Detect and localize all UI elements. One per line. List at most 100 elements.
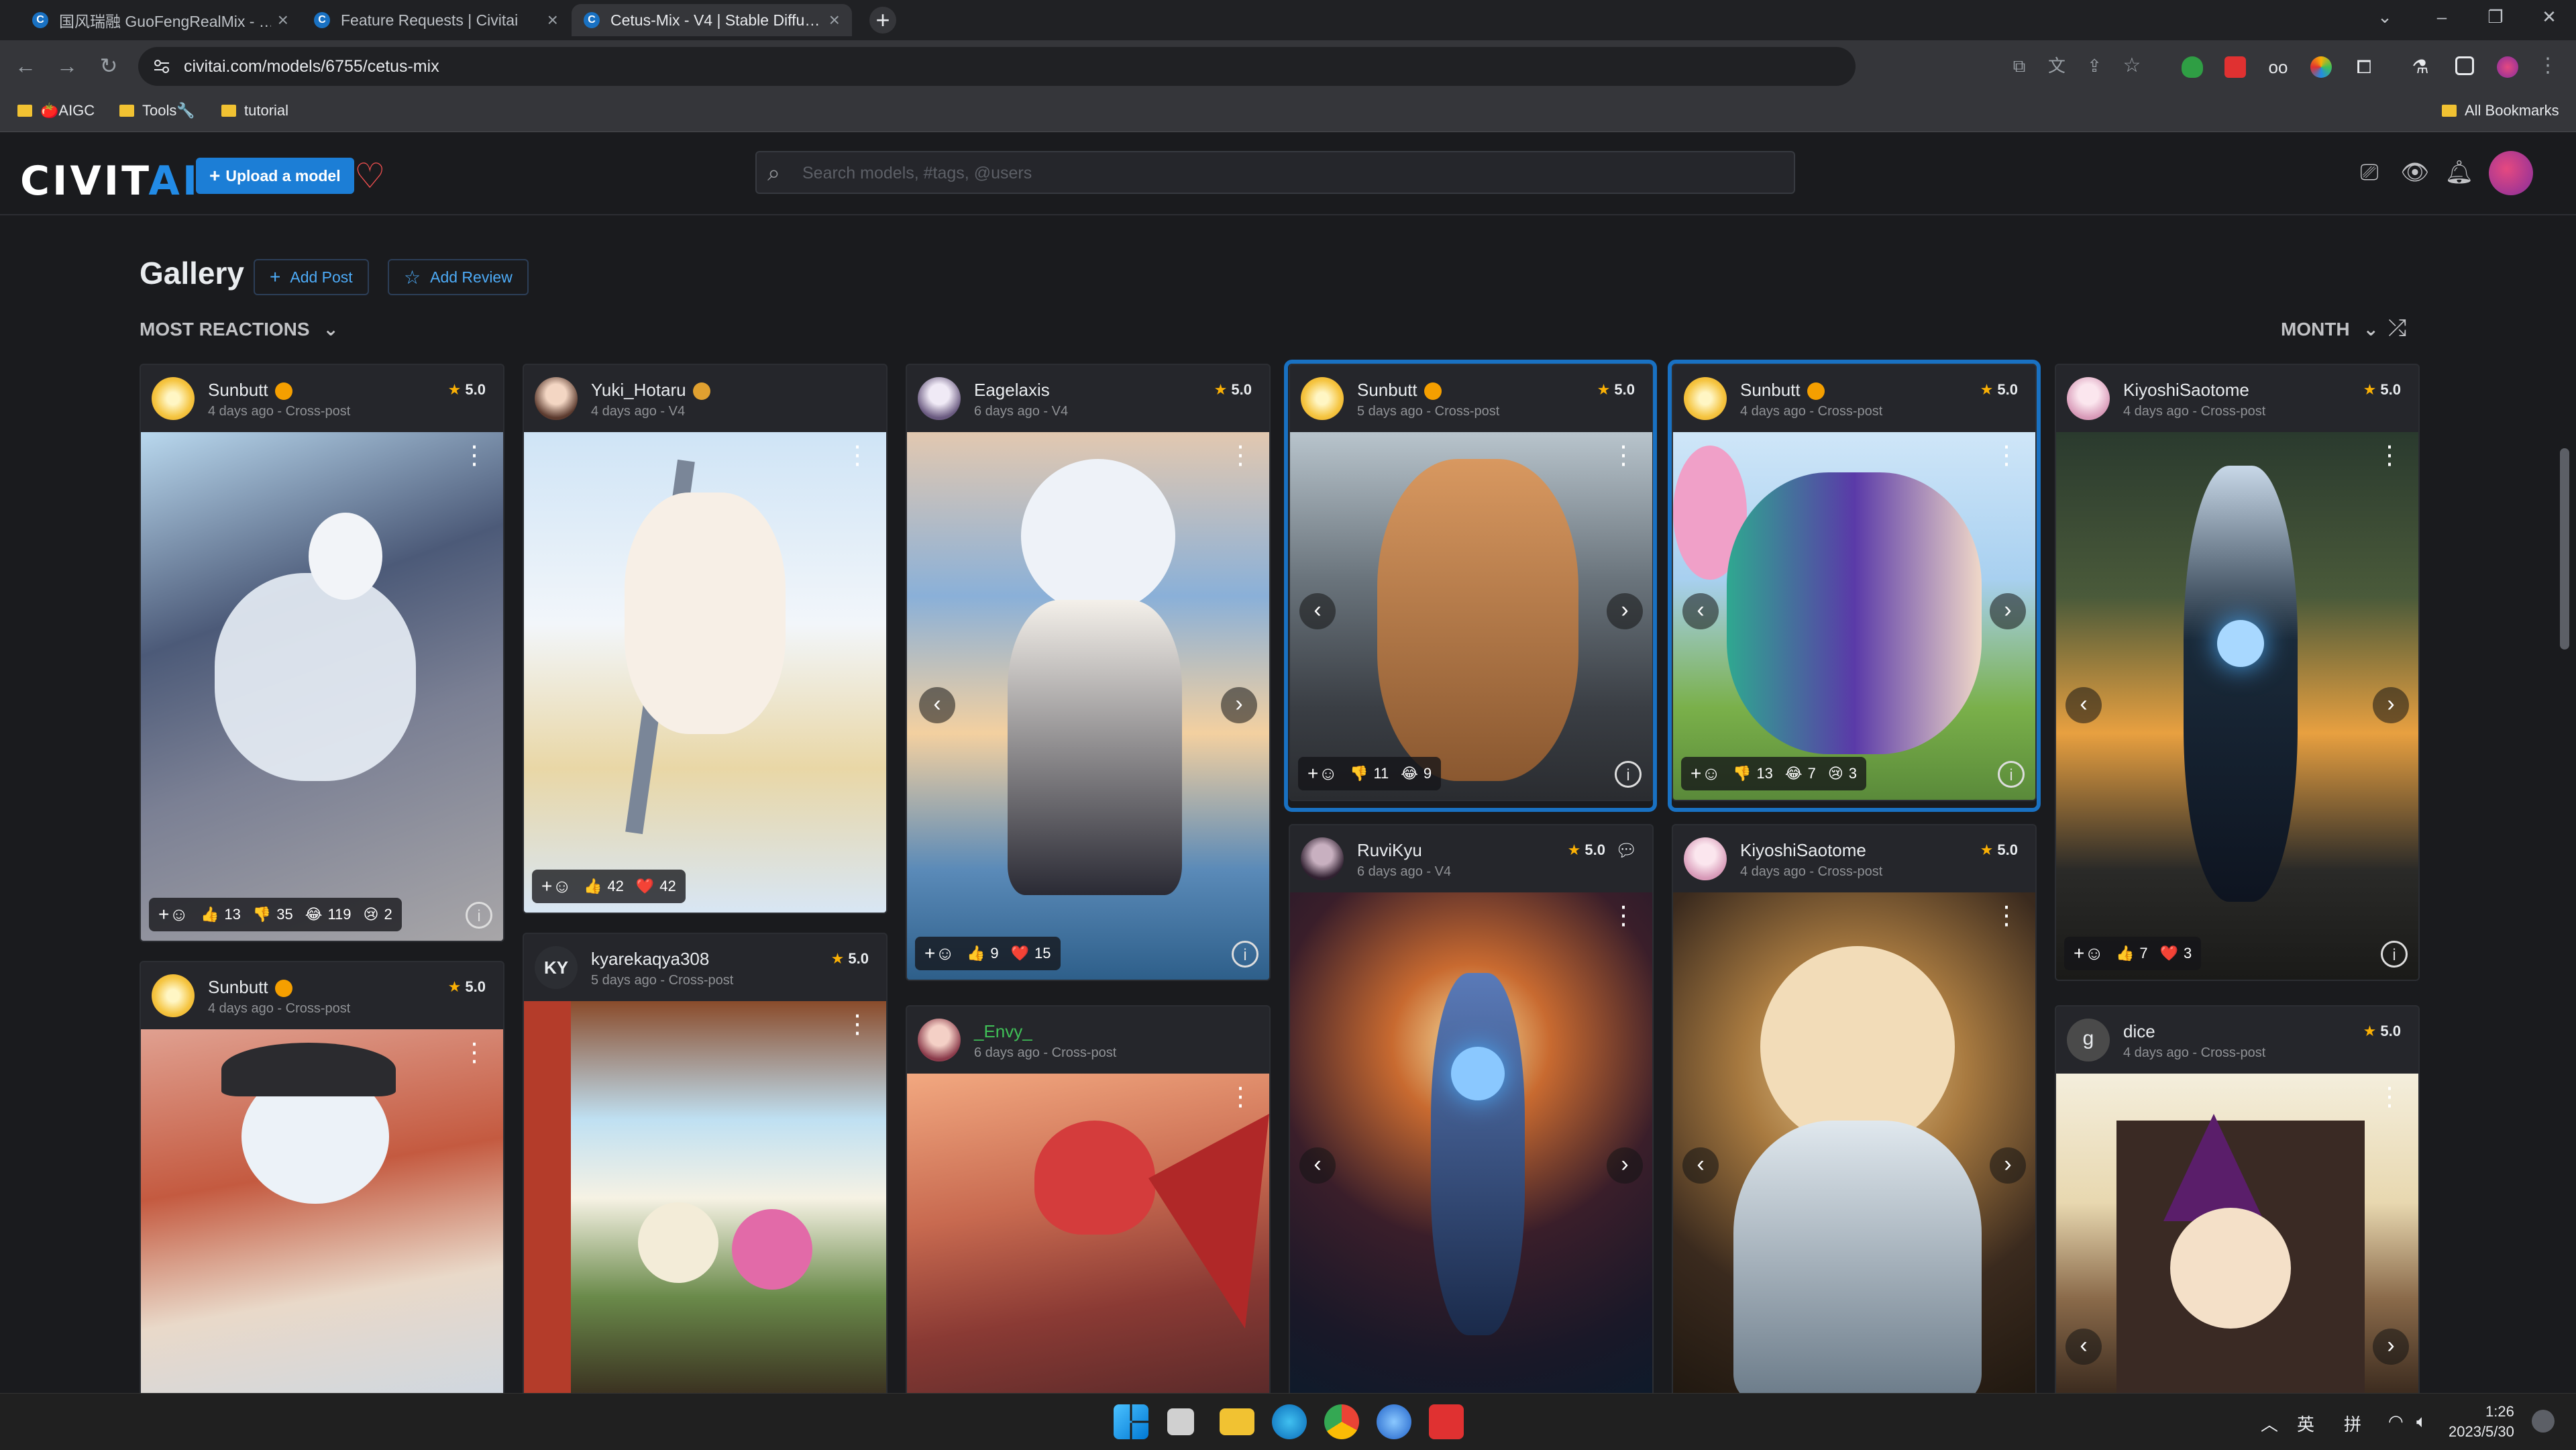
- card-menu-icon[interactable]: ⋮: [2377, 1084, 2402, 1110]
- add-reaction-icon[interactable]: +☺: [924, 943, 955, 964]
- gallery-card[interactable]: RuviKyu 6 days ago - V4 ★ 5.0 💬︎ ⋮ ‹ ›: [1289, 824, 1654, 1397]
- user-avatar[interactable]: KY: [535, 946, 578, 989]
- prev-image-button[interactable]: ‹: [1299, 1147, 1336, 1184]
- info-icon[interactable]: i: [1615, 761, 1642, 788]
- cast-icon[interactable]: ⧉: [2004, 51, 2034, 81]
- prev-image-button[interactable]: ‹: [1299, 593, 1336, 629]
- card-menu-icon[interactable]: ⋮: [2377, 443, 2402, 468]
- card-menu-icon[interactable]: ⋮: [1611, 903, 1636, 929]
- shuffle-icon[interactable]: ⤮: [2388, 315, 2406, 342]
- file-explorer-icon[interactable]: [1220, 1408, 1254, 1435]
- profile-avatar-icon[interactable]: [2497, 56, 2518, 78]
- reaction-thumbs-down[interactable]: 👎 11: [1350, 765, 1389, 782]
- user-avatar[interactable]: g: [2067, 1019, 2110, 1061]
- next-image-button[interactable]: ›: [1607, 1147, 1643, 1184]
- gallery-card[interactable]: Sunbutt 4 days ago - Cross-post ★ 5.0 ⋮: [140, 961, 504, 1397]
- omnibox[interactable]: civitai.com/models/6755/cetus-mix: [138, 47, 1856, 86]
- card-username[interactable]: KiyoshiSaotome: [2123, 380, 2249, 401]
- eye-off-icon[interactable]: 👁: [2399, 156, 2431, 189]
- card-image[interactable]: ⋮ ‹ › +☺ 👎 11 😂 9 i: [1290, 432, 1652, 800]
- tab-search-chevron-icon[interactable]: ⌄: [2361, 0, 2408, 34]
- reaction-thumbs-up[interactable]: 👍 42: [584, 878, 624, 895]
- info-icon[interactable]: i: [1232, 941, 1258, 968]
- all-bookmarks[interactable]: All Bookmarks: [2442, 102, 2559, 119]
- reaction-heart[interactable]: ❤️ 42: [636, 878, 676, 895]
- reaction-thumbs-down[interactable]: 👎 35: [253, 906, 293, 923]
- next-image-button[interactable]: ›: [1221, 687, 1257, 723]
- card-menu-icon[interactable]: ⋮: [845, 1012, 870, 1037]
- reaction-thumbs-up[interactable]: 👍 9: [967, 945, 999, 962]
- gallery-card[interactable]: Sunbutt 4 days ago - Cross-post ★ 5.0 ⋮ +…: [140, 364, 504, 942]
- user-avatar[interactable]: [152, 974, 195, 1017]
- reaction-heart[interactable]: ❤️ 3: [2160, 945, 2192, 962]
- add-reaction-icon[interactable]: +☺: [2074, 943, 2104, 964]
- user-avatar[interactable]: [918, 377, 961, 420]
- app-bird-icon[interactable]: [1377, 1404, 1411, 1439]
- page-scrollbar-thumb[interactable]: [2560, 448, 2569, 650]
- close-tab-icon[interactable]: ×: [278, 9, 288, 31]
- upload-model-button[interactable]: + Upload a model: [196, 158, 354, 194]
- add-reaction-icon[interactable]: +☺: [1690, 763, 1721, 784]
- reaction-thumbs-up[interactable]: 👍 13: [201, 906, 241, 923]
- user-avatar[interactable]: [1684, 377, 1727, 420]
- maximize-button[interactable]: ❐: [2472, 0, 2519, 34]
- next-image-button[interactable]: ›: [1990, 593, 2026, 629]
- card-menu-icon[interactable]: ⋮: [1228, 443, 1253, 468]
- bookmark-star-icon[interactable]: ☆: [2117, 51, 2147, 81]
- edge-browser-icon[interactable]: [1272, 1404, 1307, 1439]
- gallery-card[interactable]: Yuki_Hotaru 4 days ago - V4 ⋮ +☺ 👍 42 ❤️ 4…: [523, 364, 888, 914]
- card-image[interactable]: ⋮: [141, 1029, 503, 1396]
- add-reaction-icon[interactable]: +☺: [1307, 763, 1338, 784]
- screen-icon[interactable]: ⎚: [2353, 156, 2385, 189]
- card-username[interactable]: Eagelaxis: [974, 380, 1050, 401]
- info-icon[interactable]: i: [2381, 941, 2408, 968]
- tray-overflow-chevron-icon[interactable]: ︿: [2261, 1411, 2278, 1436]
- next-image-button[interactable]: ›: [2373, 687, 2409, 723]
- minimize-button[interactable]: –: [2418, 0, 2465, 34]
- card-image[interactable]: ⋮ ‹ › +☺ 👍 7 ❤️ 3 i: [2056, 432, 2418, 980]
- task-view-icon[interactable]: [1167, 1408, 1194, 1435]
- back-button[interactable]: ←: [11, 51, 40, 81]
- bookmark-tutorial[interactable]: tutorial: [221, 102, 288, 119]
- bookmark-aigc[interactable]: 🍅AIGC: [17, 102, 95, 119]
- search-input[interactable]: [801, 159, 1743, 187]
- reaction-laugh[interactable]: 😂 9: [1401, 765, 1432, 782]
- comment-icon[interactable]: 💬︎: [1615, 840, 1638, 861]
- forward-button[interactable]: →: [52, 51, 82, 81]
- close-tab-icon[interactable]: ×: [829, 9, 840, 31]
- card-username[interactable]: RuviKyu: [1357, 840, 1422, 861]
- add-reaction-icon[interactable]: +☺: [541, 876, 572, 897]
- support-heart-icon[interactable]: ♡: [354, 156, 386, 197]
- gallery-card[interactable]: KY kyarekaqya308 5 days ago - Cross-post…: [523, 933, 888, 1397]
- translate-icon[interactable]: 文: [2042, 51, 2072, 81]
- reaction-laugh[interactable]: 😂 7: [1785, 765, 1816, 782]
- labs-flask-icon[interactable]: ⚗: [2410, 56, 2431, 78]
- add-reaction-icon[interactable]: +☺: [158, 904, 189, 925]
- card-image[interactable]: ⋮ ‹ › +☺ 👍 9 ❤️ 15 i: [907, 432, 1269, 980]
- add-post-button[interactable]: + Add Post: [254, 259, 369, 295]
- card-menu-icon[interactable]: ⋮: [1611, 443, 1636, 468]
- card-username[interactable]: Sunbutt: [1357, 380, 1442, 401]
- extensions-puzzle-icon[interactable]: ⧠: [2353, 56, 2375, 78]
- user-avatar[interactable]: [1301, 837, 1344, 880]
- card-image[interactable]: ⋮ ‹ ›: [1673, 892, 2035, 1396]
- next-image-button[interactable]: ›: [1990, 1147, 2026, 1184]
- page-scrollbar[interactable]: [2557, 221, 2571, 1396]
- card-image[interactable]: ⋮ ‹ ›: [1290, 892, 1652, 1396]
- period-dropdown[interactable]: MONTH ⌄: [2281, 318, 2379, 340]
- info-icon[interactable]: i: [466, 902, 492, 929]
- vivaldi-icon[interactable]: [1429, 1404, 1464, 1439]
- card-menu-icon[interactable]: ⋮: [1228, 1084, 1253, 1110]
- gallery-card[interactable]: g dice 4 days ago - Cross-post ★ 5.0 ⋮ ‹ …: [2055, 1005, 2420, 1397]
- prev-image-button[interactable]: ‹: [1682, 593, 1719, 629]
- reaction-thumbs-up[interactable]: 👍 7: [2116, 945, 2148, 962]
- add-review-button[interactable]: ☆ Add Review: [388, 259, 529, 295]
- search-box[interactable]: ⌕: [755, 151, 1795, 194]
- prev-image-button[interactable]: ‹: [2065, 1329, 2102, 1365]
- user-avatar[interactable]: [918, 1019, 961, 1061]
- site-info-icon[interactable]: [153, 58, 170, 74]
- notification-center-icon[interactable]: [2532, 1410, 2555, 1433]
- notification-bell-icon[interactable]: 🔔︎: [2443, 156, 2475, 189]
- card-image[interactable]: ⋮ ‹ › +☺ 👎 13 😂 7 😢 3 i: [1673, 432, 2035, 800]
- next-image-button[interactable]: ›: [2373, 1329, 2409, 1365]
